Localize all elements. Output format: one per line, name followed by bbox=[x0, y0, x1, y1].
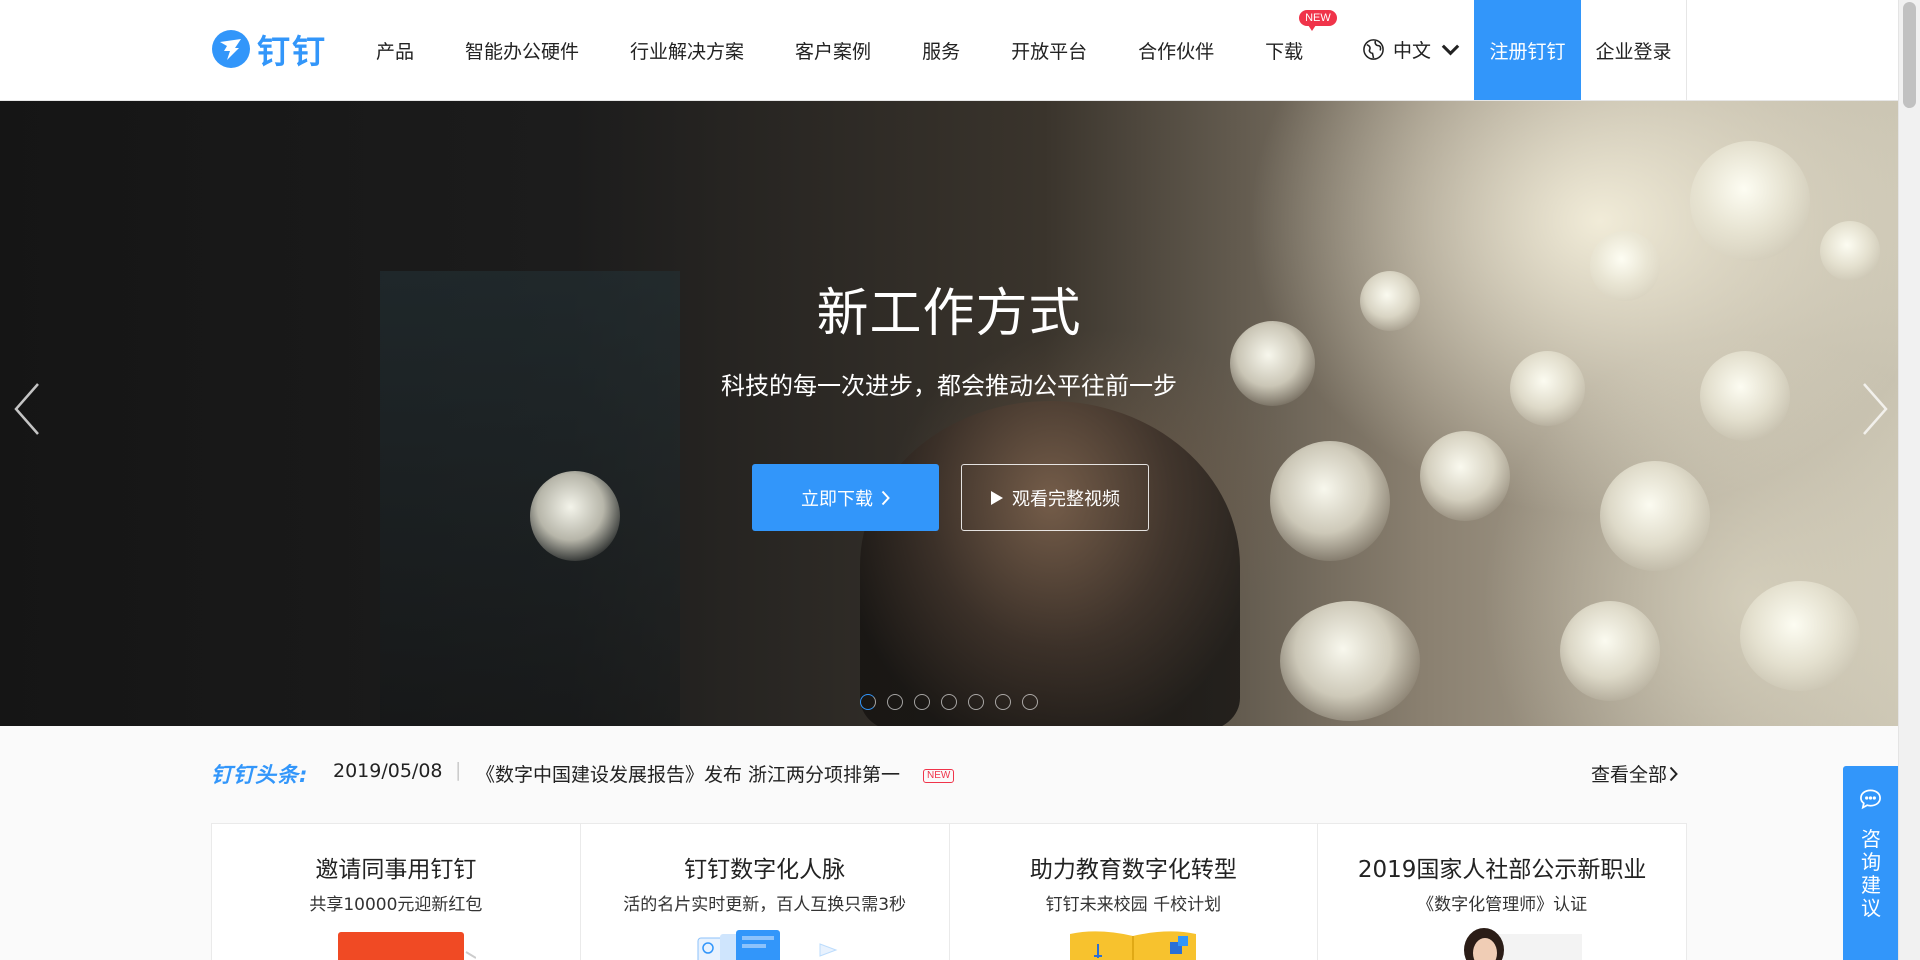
carousel-prev-arrow-icon[interactable] bbox=[12, 381, 42, 437]
hero-background-orb bbox=[1280, 601, 1420, 721]
hero-subtitle: 科技的每一次进步，都会推动公平往前一步 bbox=[0, 366, 1898, 401]
watch-video-label: 观看完整视频 bbox=[1012, 488, 1120, 510]
nav-item-solutions[interactable]: 行业解决方案 bbox=[630, 37, 744, 64]
scrollbar-thumb[interactable] bbox=[1903, 2, 1916, 108]
nav-item-download[interactable]: 下载 NEW bbox=[1265, 9, 1337, 64]
card-subtitle: 《数字化管理师》认证 bbox=[1417, 895, 1588, 915]
feature-card-education[interactable]: 助力教育数字化转型 钉钉未来校园 千校计划 bbox=[950, 824, 1319, 960]
chat-bubble-icon bbox=[1860, 789, 1881, 810]
hero-title: 新工作方式 bbox=[0, 271, 1898, 346]
new-badge: NEW bbox=[1299, 9, 1337, 31]
language-selector[interactable]: 中文 bbox=[1362, 36, 1462, 63]
nav-item-product[interactable]: 产品 bbox=[376, 37, 414, 64]
chevron-down-icon bbox=[1441, 44, 1460, 56]
feature-cards: 邀请同事用钉钉 共享10000元迎新红包 钉钉数字化人脉 活的名片实时更新，百人… bbox=[211, 823, 1687, 960]
card-title: 助力教育数字化转型 bbox=[1029, 857, 1237, 883]
red-envelope-image bbox=[337, 932, 476, 960]
card-title: 钉钉数字化人脉 bbox=[684, 857, 846, 883]
news-label: 钉钉头条: bbox=[211, 763, 309, 787]
nav-item-open-platform[interactable]: 开放平台 bbox=[1011, 37, 1087, 64]
download-now-button[interactable]: 立即下载 bbox=[752, 464, 939, 531]
chevron-right-icon bbox=[1669, 766, 1678, 781]
language-label: 中文 bbox=[1393, 40, 1432, 62]
hero-background-orb bbox=[530, 471, 620, 561]
open-book-illustration bbox=[1070, 931, 1197, 960]
logo-text: 钉钉 bbox=[257, 32, 327, 71]
watch-video-button[interactable]: 观看完整视频 bbox=[961, 464, 1149, 531]
hero-banner: 新工作方式 科技的每一次进步，都会推动公平往前一步 立即下载 观看完整视频 bbox=[0, 101, 1898, 726]
nav-item-download-label: 下载 bbox=[1265, 40, 1304, 63]
card-subtitle: 钉钉未来校园 千校计划 bbox=[1045, 895, 1222, 915]
carousel-dot[interactable] bbox=[860, 694, 876, 710]
card-title: 2019国家人社部公示新职业 bbox=[1357, 857, 1647, 883]
hero-background-orb bbox=[1690, 141, 1810, 261]
view-all-link[interactable]: 查看全部 bbox=[1591, 760, 1678, 787]
news-date: 2019/05/08 bbox=[333, 760, 443, 782]
consult-label: 咨询建议 bbox=[1861, 827, 1881, 920]
carousel-dot[interactable] bbox=[941, 694, 957, 710]
carousel-dot[interactable] bbox=[1022, 694, 1038, 710]
dingtalk-logo[interactable]: 钉钉 bbox=[211, 28, 327, 71]
nav-item-cases[interactable]: 客户案例 bbox=[795, 37, 871, 64]
card-subtitle: 活的名片实时更新，百人互换只需3秒 bbox=[623, 895, 907, 915]
dingtalk-logo-icon bbox=[212, 30, 250, 68]
play-icon bbox=[991, 490, 1003, 505]
carousel-next-arrow-icon[interactable] bbox=[1860, 381, 1890, 437]
hero-title-text: 新工作方式 bbox=[816, 284, 1082, 344]
download-now-label: 立即下载 bbox=[801, 488, 873, 510]
nav-item-hardware[interactable]: 智能办公硬件 bbox=[465, 37, 579, 64]
news-new-badge: NEW bbox=[923, 769, 955, 783]
top-header: 钉钉 产品 智能办公硬件 行业解决方案 客户案例 服务 开放平台 合作伙伴 下载… bbox=[0, 0, 1898, 101]
feature-card-certification[interactable]: 2019国家人社部公示新职业 《数字化管理师》认证 bbox=[1318, 824, 1686, 960]
nav-item-service[interactable]: 服务 bbox=[922, 37, 960, 64]
enterprise-login-button[interactable]: 企业登录 bbox=[1581, 0, 1687, 100]
news-headline-link[interactable]: 《数字中国建设发展报告》发布 浙江两分项排第一 bbox=[476, 760, 900, 787]
hero-background-person bbox=[860, 401, 1240, 726]
view-all-label: 查看全部 bbox=[1591, 764, 1668, 786]
hero-background-orb bbox=[1740, 581, 1860, 691]
card-title: 邀请同事用钉钉 bbox=[315, 857, 477, 883]
hero-subtitle-text: 科技的每一次进步，都会推动公平往前一步 bbox=[721, 372, 1177, 400]
card-subtitle: 共享10000元迎新红包 bbox=[309, 895, 483, 915]
main-nav: 产品 智能办公硬件 行业解决方案 客户案例 服务 开放平台 合作伙伴 下载 NE… bbox=[376, 0, 1381, 100]
carousel-dot[interactable] bbox=[995, 694, 1011, 710]
carousel-indicators bbox=[860, 694, 1038, 710]
register-button[interactable]: 注册钉钉 bbox=[1474, 0, 1581, 100]
news-separator: | bbox=[455, 759, 462, 781]
hero-background-orb bbox=[1270, 441, 1390, 561]
hero-background-orb bbox=[1600, 461, 1710, 571]
feature-card-invite[interactable]: 邀请同事用钉钉 共享10000元迎新红包 bbox=[212, 824, 581, 960]
business-card-illustration bbox=[697, 930, 838, 960]
carousel-dot[interactable] bbox=[968, 694, 984, 710]
consult-feedback-button[interactable]: 咨询建议 bbox=[1843, 766, 1898, 960]
chevron-right-icon bbox=[881, 490, 890, 505]
hero-background-orb bbox=[1560, 601, 1660, 701]
page-scrollbar[interactable] bbox=[1898, 0, 1920, 960]
carousel-dot[interactable] bbox=[914, 694, 930, 710]
hero-background-orb bbox=[1420, 431, 1510, 521]
feature-card-contacts[interactable]: 钉钉数字化人脉 活的名片实时更新，百人互换只需3秒 bbox=[581, 824, 950, 960]
carousel-dot[interactable] bbox=[887, 694, 903, 710]
presenter-photo bbox=[1464, 928, 1583, 960]
nav-item-partners[interactable]: 合作伙伴 bbox=[1138, 37, 1214, 64]
globe-icon bbox=[1363, 39, 1384, 60]
